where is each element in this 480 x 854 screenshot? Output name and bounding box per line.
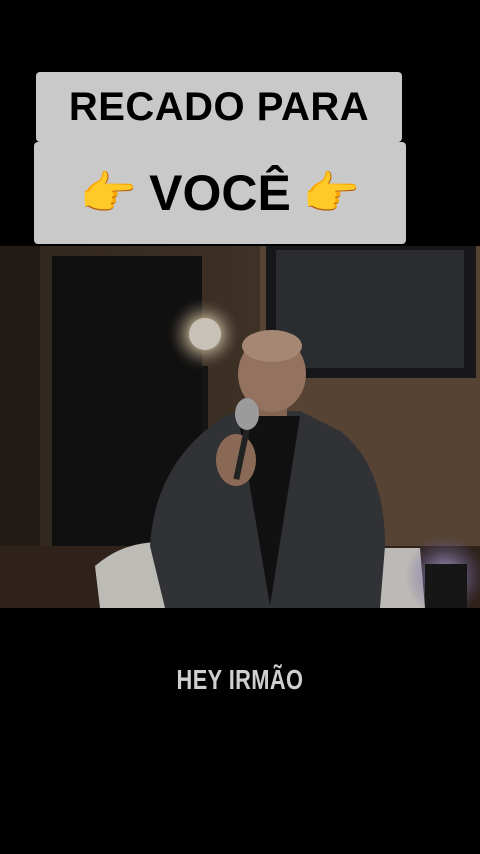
title-text-1: RECADO PARA [68,84,370,129]
pointing-hand-icon: 👉 [79,167,138,219]
video-dim-overlay [0,246,480,608]
video-scene [0,246,480,608]
title-line-2: 👉 VOCÊ 👉 [34,142,406,244]
video-frame[interactable] [0,246,480,608]
pointing-hand-icon: 👉 [302,167,361,219]
title-line-1: RECADO PARA [36,72,402,142]
title-text-2: VOCÊ [149,165,291,221]
subtitle-caption: HEY IRMÃO [176,664,304,695]
